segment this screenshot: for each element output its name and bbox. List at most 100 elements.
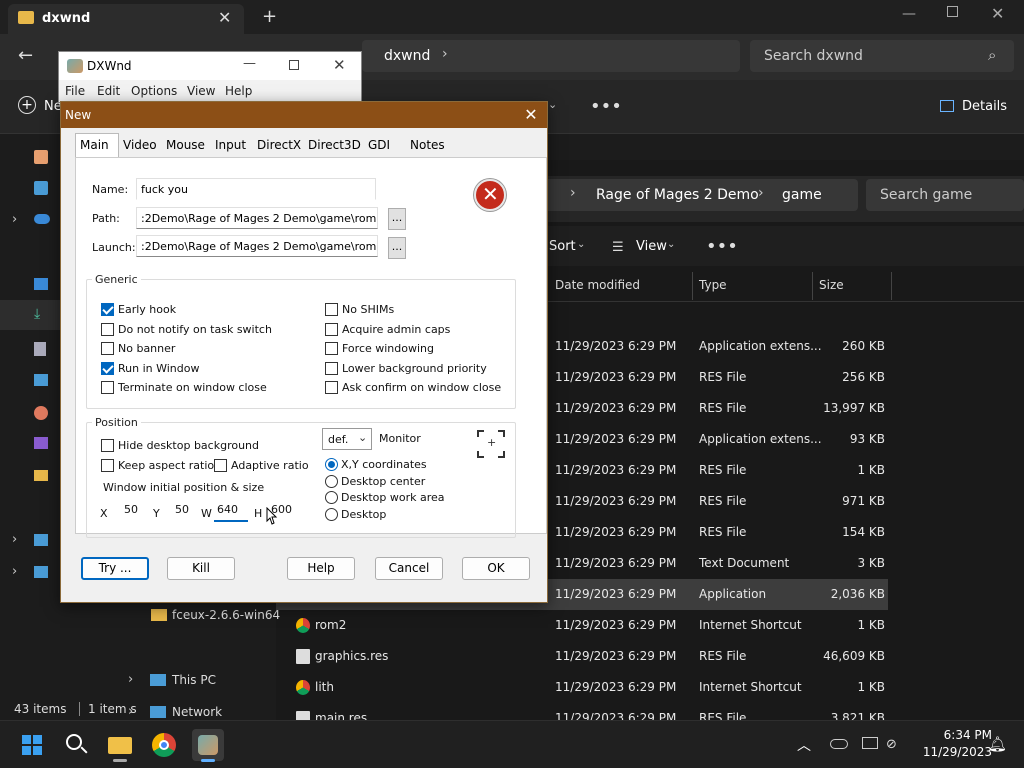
more-options-icon[interactable]: ••• <box>590 96 622 117</box>
launch-field[interactable]: :2Demo\Rage of Mages 2 Demo\game\rom2.ex… <box>136 235 378 257</box>
checkbox[interactable] <box>325 342 338 355</box>
minimize-icon[interactable]: — <box>243 56 256 71</box>
close-window-icon[interactable]: ✕ <box>991 4 1004 23</box>
tree-item-this-pc[interactable]: This PC <box>172 673 216 687</box>
display-icon[interactable] <box>862 737 878 749</box>
tab-video[interactable]: Video <box>123 138 157 152</box>
area-select-icon[interactable]: + <box>476 429 506 459</box>
menu-view[interactable]: View <box>187 84 215 98</box>
checkbox[interactable] <box>325 303 338 316</box>
close-icon[interactable]: ✕ <box>333 56 346 74</box>
menu-edit[interactable]: Edit <box>97 84 120 98</box>
tab-directx[interactable]: DirectX <box>257 138 301 152</box>
radio-button[interactable] <box>325 474 338 488</box>
network-icon[interactable]: ⊘ <box>886 737 897 752</box>
checkbox[interactable] <box>101 361 114 375</box>
start-icon[interactable] <box>16 729 48 761</box>
close-icon[interactable]: ✕ <box>519 105 543 125</box>
view-button[interactable]: View <box>636 239 667 254</box>
videos-icon[interactable] <box>34 437 48 449</box>
ok-button[interactable]: OK <box>462 557 530 580</box>
tab-gdi[interactable]: GDI <box>368 138 390 152</box>
restore-icon[interactable] <box>947 6 958 17</box>
clock-time[interactable]: 6:34 PM <box>912 728 992 742</box>
radio-button[interactable] <box>325 507 338 521</box>
tab-direct3d[interactable]: Direct3D <box>308 138 361 152</box>
search-icon[interactable] <box>60 729 92 761</box>
w-field[interactable]: 640 <box>214 503 238 516</box>
search-box-back[interactable]: Search dxwnd ⌕ <box>750 40 1014 72</box>
home-icon[interactable] <box>34 150 48 164</box>
onedrive-icon[interactable] <box>830 739 848 749</box>
checkbox[interactable] <box>101 322 114 336</box>
table-row[interactable]: rom2 11/29/2023 6:29 PM Internet Shortcut 1… <box>276 610 888 641</box>
tab-input[interactable]: Input <box>215 138 246 152</box>
music-icon[interactable] <box>34 406 48 420</box>
view-icon[interactable]: ☰ <box>612 240 624 255</box>
hide-desktop-checkbox[interactable] <box>101 439 114 452</box>
folder-icon[interactable] <box>34 470 48 481</box>
try-button[interactable]: Try ... <box>81 557 149 580</box>
x-field[interactable]: 50 <box>114 503 138 516</box>
explorer-tab[interactable]: dxwnd ✕ <box>8 4 244 34</box>
tab-notes[interactable]: Notes <box>410 138 445 152</box>
expand-chevron-icon[interactable]: › <box>12 532 17 547</box>
tree-item-fceux[interactable]: fceux-2.6.6-win64 <box>172 608 280 622</box>
details-icon[interactable] <box>940 100 954 112</box>
table-row[interactable]: lith 11/29/2023 6:29 PM Internet Shortcut 1… <box>276 672 888 703</box>
address-bar[interactable]: dxwnd › <box>362 40 740 72</box>
column-date[interactable]: Date modified <box>555 278 640 292</box>
launch-browse-button[interactable]: ... <box>388 237 406 259</box>
menu-file[interactable]: File <box>65 84 85 98</box>
help-button[interactable]: Help <box>287 557 355 580</box>
cancel-button[interactable]: Cancel <box>375 557 443 580</box>
checkbox[interactable] <box>325 322 338 336</box>
tab-mouse[interactable]: Mouse <box>166 138 205 152</box>
monitor-select[interactable]: def. ⌄ <box>322 428 372 450</box>
keep-aspect-checkbox[interactable] <box>101 459 114 472</box>
adaptive-ratio-checkbox[interactable] <box>214 459 227 472</box>
expand-chevron-icon[interactable]: › <box>12 212 17 227</box>
path-browse-button[interactable]: ... <box>388 208 406 230</box>
close-tab-icon[interactable]: ✕ <box>218 8 231 27</box>
new-tab-icon[interactable]: + <box>262 6 277 27</box>
drive-icon[interactable] <box>34 534 48 546</box>
checkbox[interactable] <box>101 381 114 394</box>
table-row[interactable]: graphics.res 11/29/2023 6:29 PM RES File 46… <box>276 641 888 672</box>
chrome-icon[interactable] <box>148 729 180 761</box>
new-plus-icon[interactable]: + <box>18 96 36 114</box>
clock-date[interactable]: 11/29/2023 <box>912 745 992 759</box>
breadcrumb-item[interactable]: game <box>782 187 822 203</box>
dxwnd-title-bar[interactable]: DXWnd — ✕ <box>59 52 361 80</box>
kill-button[interactable]: Kill <box>167 557 235 580</box>
radio-button[interactable] <box>325 458 338 471</box>
back-arrow-icon[interactable]: ← <box>18 45 33 66</box>
checkbox[interactable] <box>325 381 338 394</box>
name-field[interactable]: fuck you <box>136 178 376 200</box>
checkbox[interactable] <box>325 361 338 375</box>
expand-chevron-icon[interactable]: › <box>128 672 133 687</box>
chevron-up-icon[interactable]: ︿ <box>797 735 811 755</box>
y-field[interactable]: 50 <box>165 503 189 516</box>
sort-button[interactable]: Sort <box>549 239 576 254</box>
path-field[interactable]: :2Demo\Rage of Mages 2 Demo\game\rom2.ex… <box>136 207 378 229</box>
radio-button[interactable] <box>325 491 338 504</box>
column-type[interactable]: Type <box>699 278 727 292</box>
pictures-icon[interactable] <box>34 374 48 386</box>
maximize-icon[interactable] <box>289 60 299 70</box>
chevron-down-icon[interactable]: ⌄ <box>548 98 557 111</box>
file-explorer-icon[interactable] <box>104 729 136 762</box>
desktop-icon[interactable] <box>34 278 48 290</box>
dxwnd-taskbar-icon[interactable] <box>192 729 224 762</box>
column-size[interactable]: Size <box>819 278 844 292</box>
details-button[interactable]: Details <box>962 99 1007 114</box>
search-box-front[interactable]: Search game <box>866 179 1024 211</box>
menu-help[interactable]: Help <box>225 84 252 98</box>
checkbox[interactable] <box>101 342 114 355</box>
gallery-icon[interactable] <box>34 181 48 195</box>
dialog-title-bar[interactable]: New ✕ <box>61 102 547 128</box>
menu-options[interactable]: Options <box>131 84 177 98</box>
front-address-bar[interactable]: › Rage of Mages 2 Demo › game <box>540 179 858 211</box>
more-options-icon[interactable]: ••• <box>706 236 738 257</box>
checkbox[interactable] <box>101 303 114 316</box>
